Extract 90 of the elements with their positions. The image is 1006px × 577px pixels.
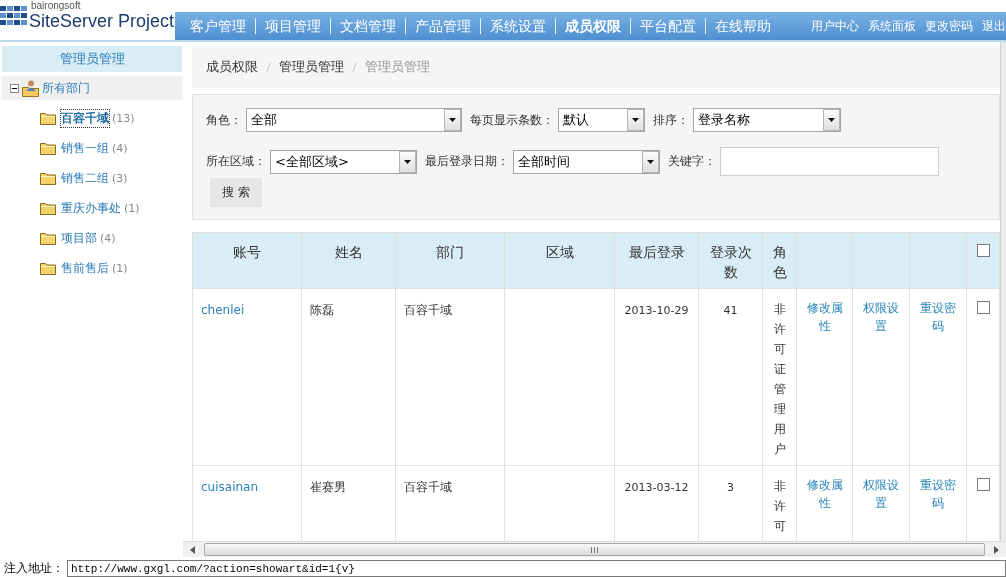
column-header: 账号 <box>233 244 261 260</box>
horizontal-scrollbar[interactable] <box>183 541 1006 557</box>
folder-icon <box>40 171 56 185</box>
sidebar-title: 管理员管理 <box>2 46 182 72</box>
column-header: 部门 <box>436 244 464 260</box>
column-header: 姓名 <box>334 244 363 260</box>
action-link[interactable]: 重设密码 <box>918 299 958 335</box>
item-count: (13) <box>112 111 135 125</box>
action-link[interactable]: 修改属性 <box>805 299 844 335</box>
login-count: 3 <box>727 481 734 494</box>
checkbox[interactable] <box>976 301 990 314</box>
tree-root-label[interactable]: 所有部门 <box>42 79 90 97</box>
folder-icon <box>40 111 56 125</box>
login-count: 41 <box>723 304 738 317</box>
column-header: 登录次数 <box>709 244 752 280</box>
dropdown-select[interactable]: 全部时间 <box>513 149 660 174</box>
item-count: (4) <box>112 141 128 155</box>
last-login-date: 2013-03-12 <box>624 481 689 494</box>
nav-item[interactable]: 成员权限 <box>555 18 630 34</box>
nav-item[interactable]: 在线帮助 <box>705 18 780 34</box>
user-folder-icon <box>22 79 39 97</box>
filter-label: 每页显示条数： <box>470 111 554 129</box>
folder-icon <box>40 141 56 155</box>
user-link[interactable]: 用户中心 <box>811 17 859 35</box>
nav-item[interactable]: 产品管理 <box>405 18 480 34</box>
filter-label: 排序： <box>653 111 689 129</box>
account-link[interactable]: chenlei <box>201 303 245 317</box>
dropdown-select[interactable]: 默认 <box>558 108 645 132</box>
dropdown-select[interactable]: 登录名称 <box>693 108 841 132</box>
column-header: 最后登录 <box>628 244 685 260</box>
breadcrumb-item[interactable]: 管理员管理 <box>279 58 344 76</box>
logo-tagline: bairongsoft <box>30 1 82 10</box>
url-label: 注入地址： <box>4 560 64 577</box>
user-name: 陈磊 <box>310 303 334 317</box>
folder-icon <box>40 231 56 245</box>
tree-item[interactable]: 销售二组 <box>61 169 109 187</box>
nav-item[interactable]: 文档管理 <box>330 18 405 34</box>
caret-icon <box>627 109 644 131</box>
filter-label: 角色： <box>206 111 242 129</box>
column-header: 角色 <box>772 243 787 282</box>
caret-icon <box>642 150 659 173</box>
filter-label: 最后登录日期： <box>425 153 509 170</box>
nav-item[interactable]: 系统设置 <box>480 18 555 34</box>
item-count: (3) <box>112 171 128 185</box>
scroll-right-icon[interactable] <box>991 544 1001 555</box>
nav-item[interactable]: 项目管理 <box>255 18 330 34</box>
folder-icon <box>40 201 56 215</box>
role-text: 非许可证管理用户 <box>773 301 786 458</box>
item-count: (4) <box>100 231 116 245</box>
role-text: 非许可 <box>773 478 786 535</box>
tree-item[interactable]: 售前售后 <box>61 259 109 277</box>
caret-icon <box>823 109 840 131</box>
checkbox[interactable] <box>976 244 990 257</box>
user-link[interactable]: 更改密码 <box>925 17 973 35</box>
checkbox[interactable] <box>976 478 990 491</box>
tree-item[interactable]: 销售一组 <box>61 139 109 157</box>
collapse-icon[interactable] <box>10 83 19 93</box>
nav-item[interactable]: 客户管理 <box>181 18 255 34</box>
tree-item[interactable]: 项目部 <box>61 229 97 247</box>
user-name: 崔赛男 <box>310 480 346 494</box>
vertical-scrollbar[interactable] <box>1000 42 1006 541</box>
breadcrumb-item[interactable]: 成员权限 <box>206 58 258 76</box>
caret-icon <box>444 109 461 131</box>
logo-grid-icon <box>0 6 27 25</box>
dropdown-select[interactable]: 全部 <box>246 108 462 132</box>
url-field[interactable]: http://www.gxgl.com/?action=showart&id=1{v} <box>67 560 1006 577</box>
scrollbar-thumb[interactable] <box>204 543 985 556</box>
item-count: (1) <box>124 201 140 215</box>
filter-label: 所在区域： <box>206 153 266 170</box>
breadcrumb-item[interactable]: 管理员管理 <box>365 58 430 76</box>
tree-item[interactable]: 重庆办事处 <box>61 199 121 217</box>
user-link[interactable]: 退出 <box>982 17 1006 35</box>
search-button[interactable]: 搜 索 <box>210 178 262 207</box>
item-count: (1) <box>112 261 128 275</box>
action-link[interactable]: 权限设置 <box>861 299 901 335</box>
account-link[interactable]: cuisainan <box>201 480 259 494</box>
department-name: 百容千域 <box>404 480 452 494</box>
nav-item[interactable]: 平台配置 <box>630 18 705 34</box>
keyword-field[interactable] <box>720 147 939 176</box>
scroll-left-icon[interactable] <box>188 544 198 555</box>
tree-item[interactable]: 百容千域 <box>61 109 109 127</box>
caret-icon <box>399 150 416 173</box>
logo-name: SiteServer Project <box>29 11 175 32</box>
filter-label: 关键字： <box>668 153 716 170</box>
folder-icon <box>40 261 56 275</box>
user-link[interactable]: 系统面板 <box>868 17 916 35</box>
department-name: 百容千域 <box>404 303 452 317</box>
last-login-date: 2013-10-29 <box>624 304 689 317</box>
column-header: 区域 <box>545 244 574 260</box>
dropdown-select[interactable]: <全部区域> <box>270 149 417 174</box>
